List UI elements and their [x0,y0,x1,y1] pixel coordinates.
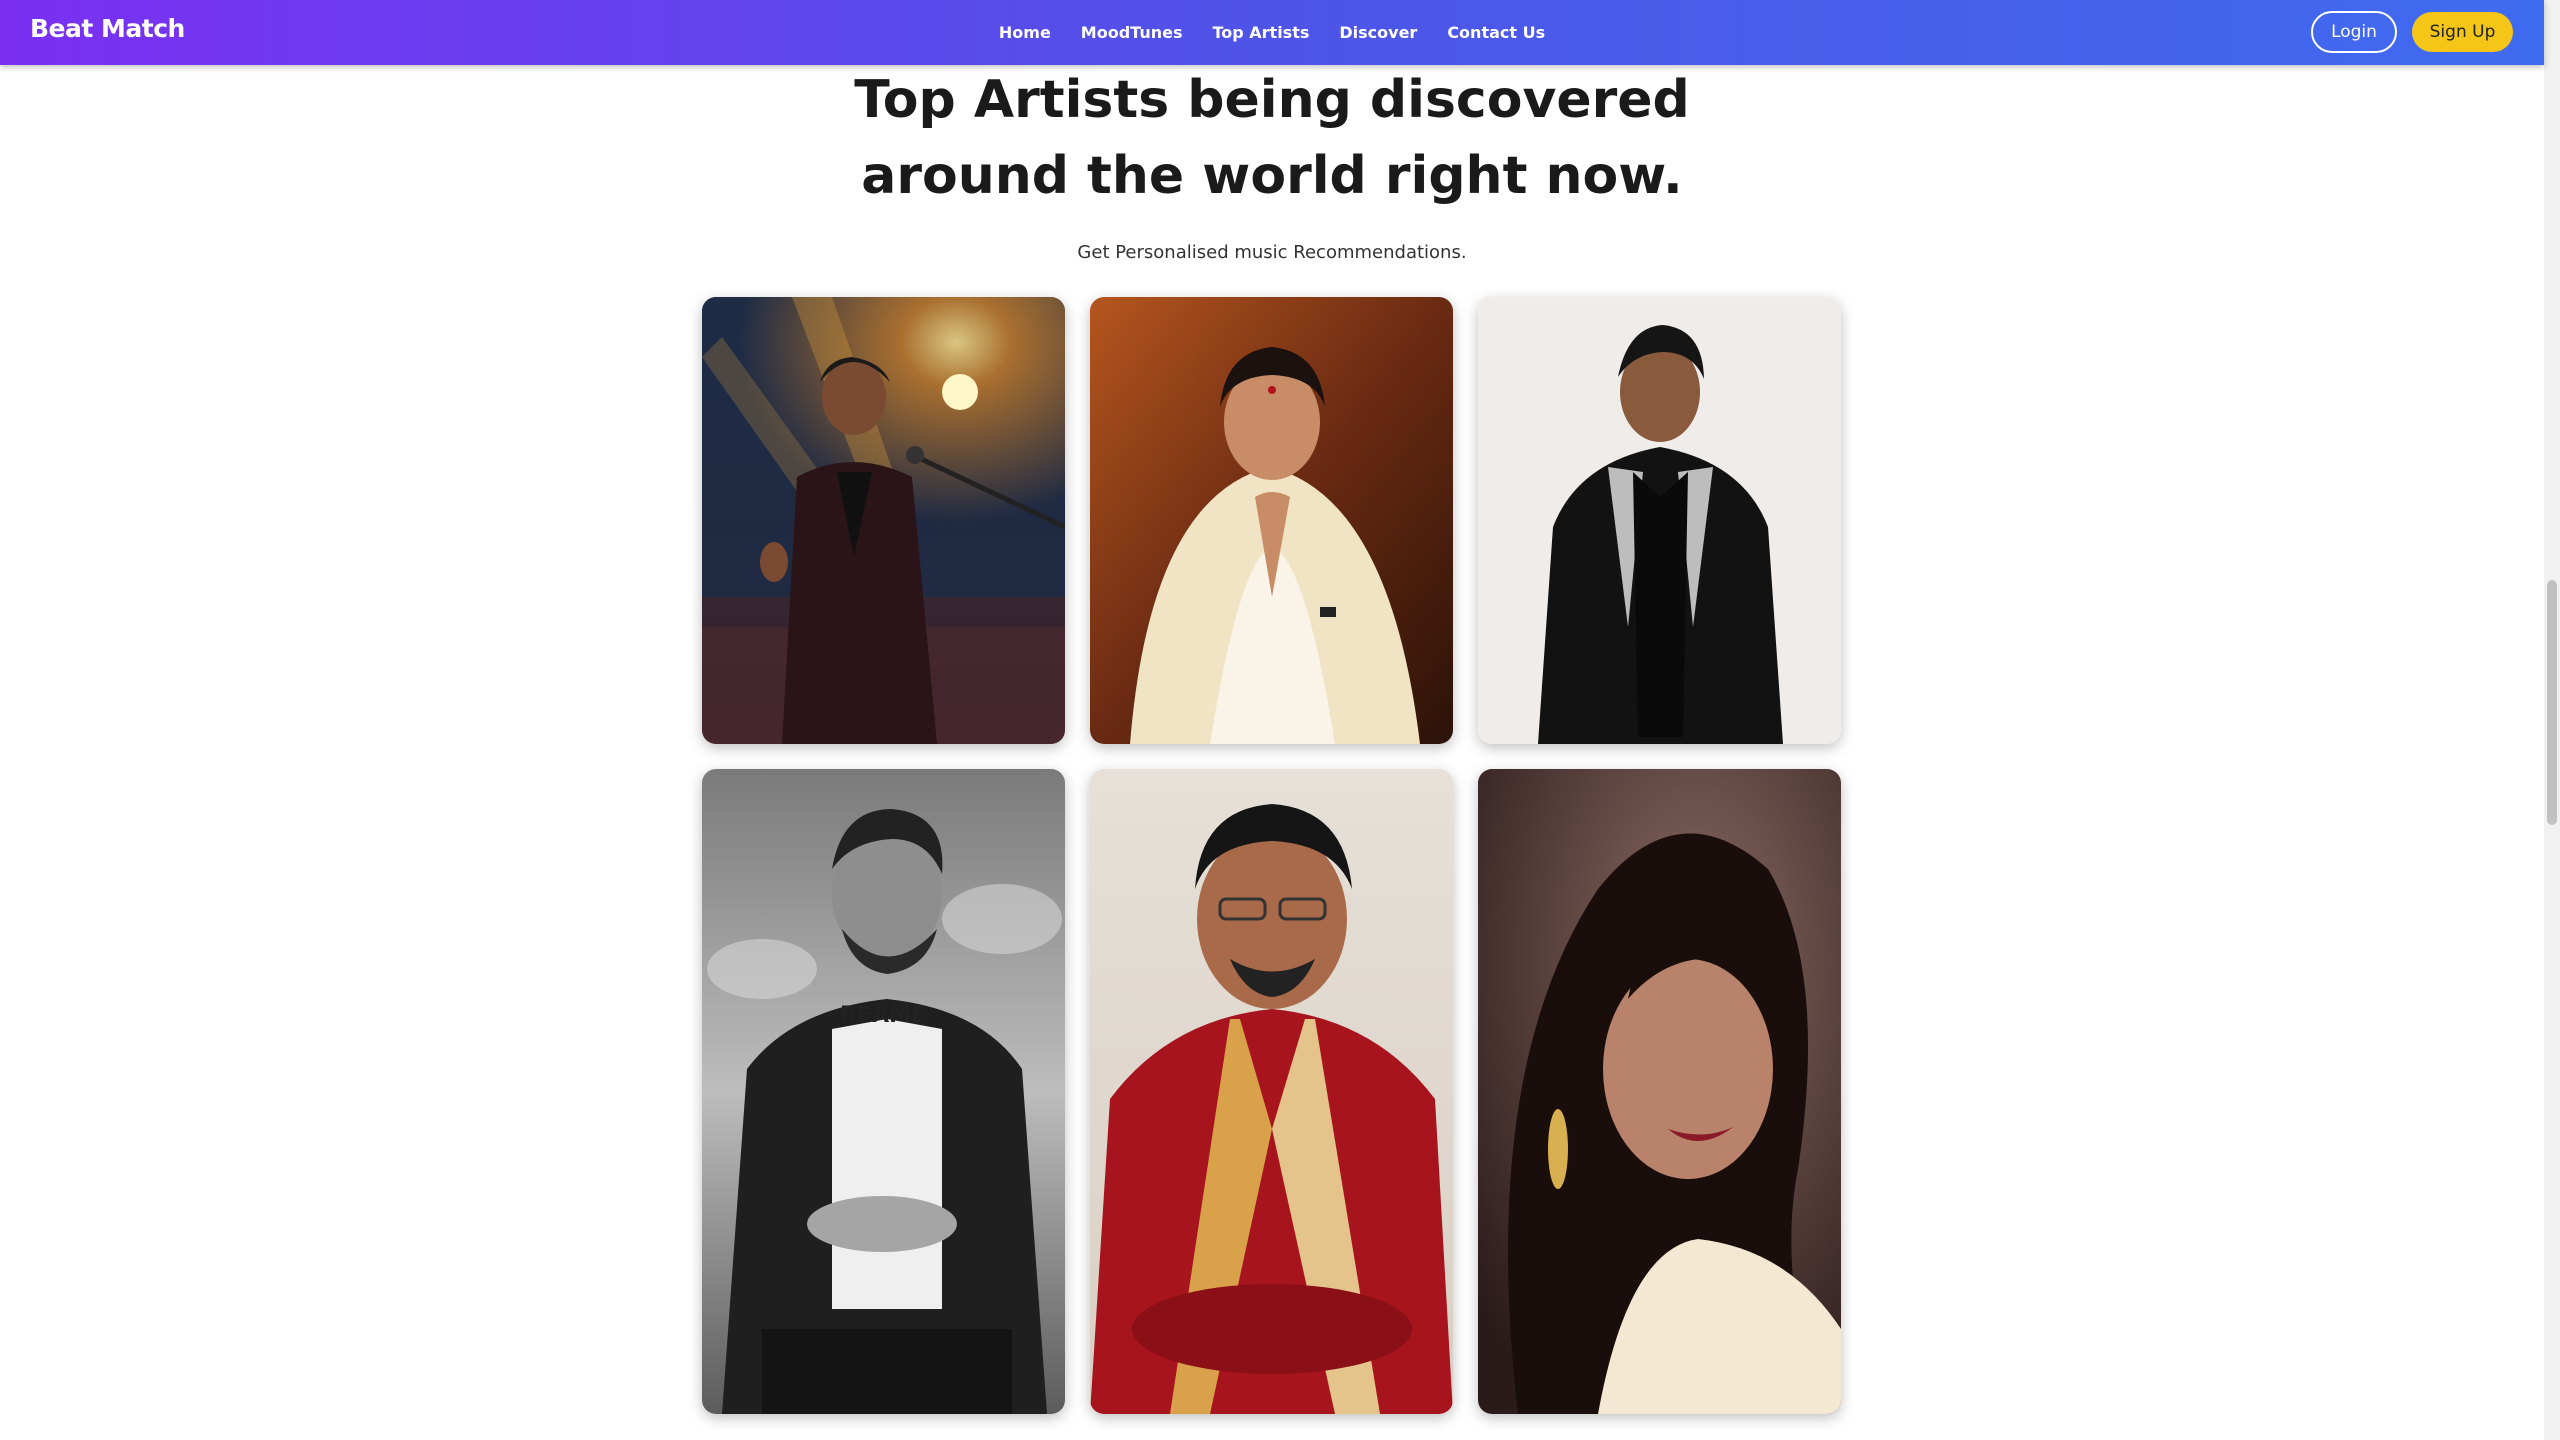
headline-line-2: around the world right now. [861,146,1683,206]
artist-card-5[interactable] [1090,769,1453,1414]
artist-card-4[interactable]: REAME [702,769,1065,1414]
artist-photo-female-singer [1478,769,1841,1414]
page-subheading: Get Personalised music Recommendations. [1077,242,1467,263]
nav-link-discover[interactable]: Discover [1339,23,1417,42]
artist-grid: REAME [702,297,1842,1414]
artist-card-3[interactable] [1478,297,1841,744]
login-button[interactable]: Login [2311,11,2397,53]
artist-card-6[interactable] [1478,769,1841,1414]
nav-links: Home MoodTunes Top Artists Discover Cont… [0,0,2544,65]
artist-photo-singer-red-kurta [1090,769,1453,1414]
shirt-print-text: REAME [840,1003,926,1028]
artist-photo-concert-singer [702,297,1065,744]
artist-card-2[interactable] [1090,297,1453,744]
artist-photo-elderly-singer-namaste [1090,297,1453,744]
artist-photo-bw-singer: REAME [702,769,1065,1414]
nav-link-home[interactable]: Home [999,23,1051,42]
page-title: Top Artists being discovered around the … [0,62,2544,214]
scrollbar-thumb[interactable] [2547,580,2557,825]
nav-link-moodtunes[interactable]: MoodTunes [1081,23,1183,42]
artist-photo-singer-black-blazer [1478,297,1841,744]
nav-link-contact-us[interactable]: Contact Us [1447,23,1545,42]
nav-link-top-artists[interactable]: Top Artists [1212,23,1309,42]
top-navbar: Beat Match Home MoodTunes Top Artists Di… [0,0,2544,65]
page-scrollbar[interactable] [2544,0,2560,1440]
signup-button[interactable]: Sign Up [2412,12,2513,52]
artist-card-1[interactable] [702,297,1065,744]
headline-line-1: Top Artists being discovered [854,70,1690,130]
